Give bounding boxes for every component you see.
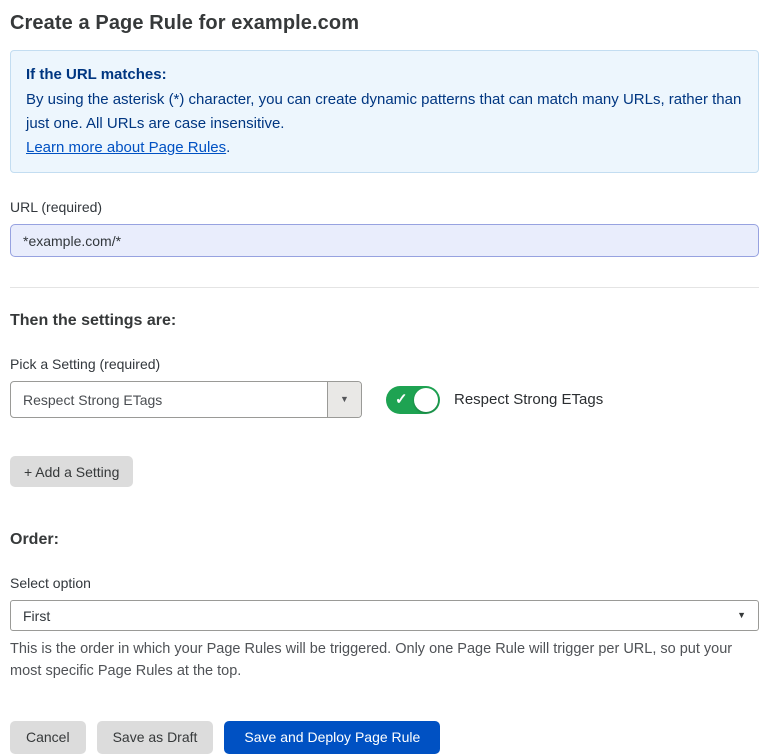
setting-select-caret-button[interactable]: ▼ — [327, 382, 361, 417]
learn-more-link[interactable]: Learn more about Page Rules — [26, 139, 226, 156]
setting-toggle-wrap: ✓ Respect Strong ETags — [386, 386, 603, 414]
add-setting-button[interactable]: + Add a Setting — [10, 456, 133, 487]
setting-select-value: Respect Strong ETags — [11, 382, 162, 417]
page-rule-form: Create a Page Rule for example.com If th… — [0, 0, 769, 754]
order-select-value: First — [23, 608, 50, 624]
setting-row: Respect Strong ETags ▼ ✓ Respect Strong … — [10, 381, 759, 418]
info-box-link-line: Learn more about Page Rules. — [26, 136, 743, 159]
toggle-label: Respect Strong ETags — [454, 391, 603, 408]
url-input[interactable] — [10, 224, 759, 257]
save-deploy-button[interactable]: Save and Deploy Page Rule — [224, 721, 440, 754]
order-select-dropdown[interactable]: First ▼ — [10, 600, 759, 631]
order-help-text: This is the order in which your Page Rul… — [10, 638, 755, 683]
url-match-info-box: If the URL matches: By using the asteris… — [10, 50, 759, 173]
checkmark-icon: ✓ — [395, 392, 408, 407]
info-box-heading: If the URL matches: — [26, 63, 743, 86]
chevron-down-icon: ▼ — [340, 395, 349, 404]
setting-select-dropdown[interactable]: Respect Strong ETags ▼ — [10, 381, 362, 418]
action-buttons: Cancel Save as Draft Save and Deploy Pag… — [10, 721, 759, 754]
cancel-button[interactable]: Cancel — [10, 721, 86, 754]
settings-heading: Then the settings are: — [10, 312, 759, 330]
url-label: URL (required) — [10, 199, 759, 215]
order-heading: Order: — [10, 531, 759, 549]
pick-setting-label: Pick a Setting (required) — [10, 356, 759, 372]
toggle-knob — [414, 388, 438, 412]
link-period: . — [226, 139, 230, 156]
section-divider — [10, 287, 759, 288]
page-title: Create a Page Rule for example.com — [10, 12, 759, 35]
info-box-body: By using the asterisk (*) character, you… — [26, 88, 743, 135]
chevron-down-icon: ▼ — [737, 611, 746, 620]
etags-toggle[interactable]: ✓ — [386, 386, 440, 414]
order-label: Select option — [10, 575, 759, 591]
save-draft-button[interactable]: Save as Draft — [97, 721, 214, 754]
